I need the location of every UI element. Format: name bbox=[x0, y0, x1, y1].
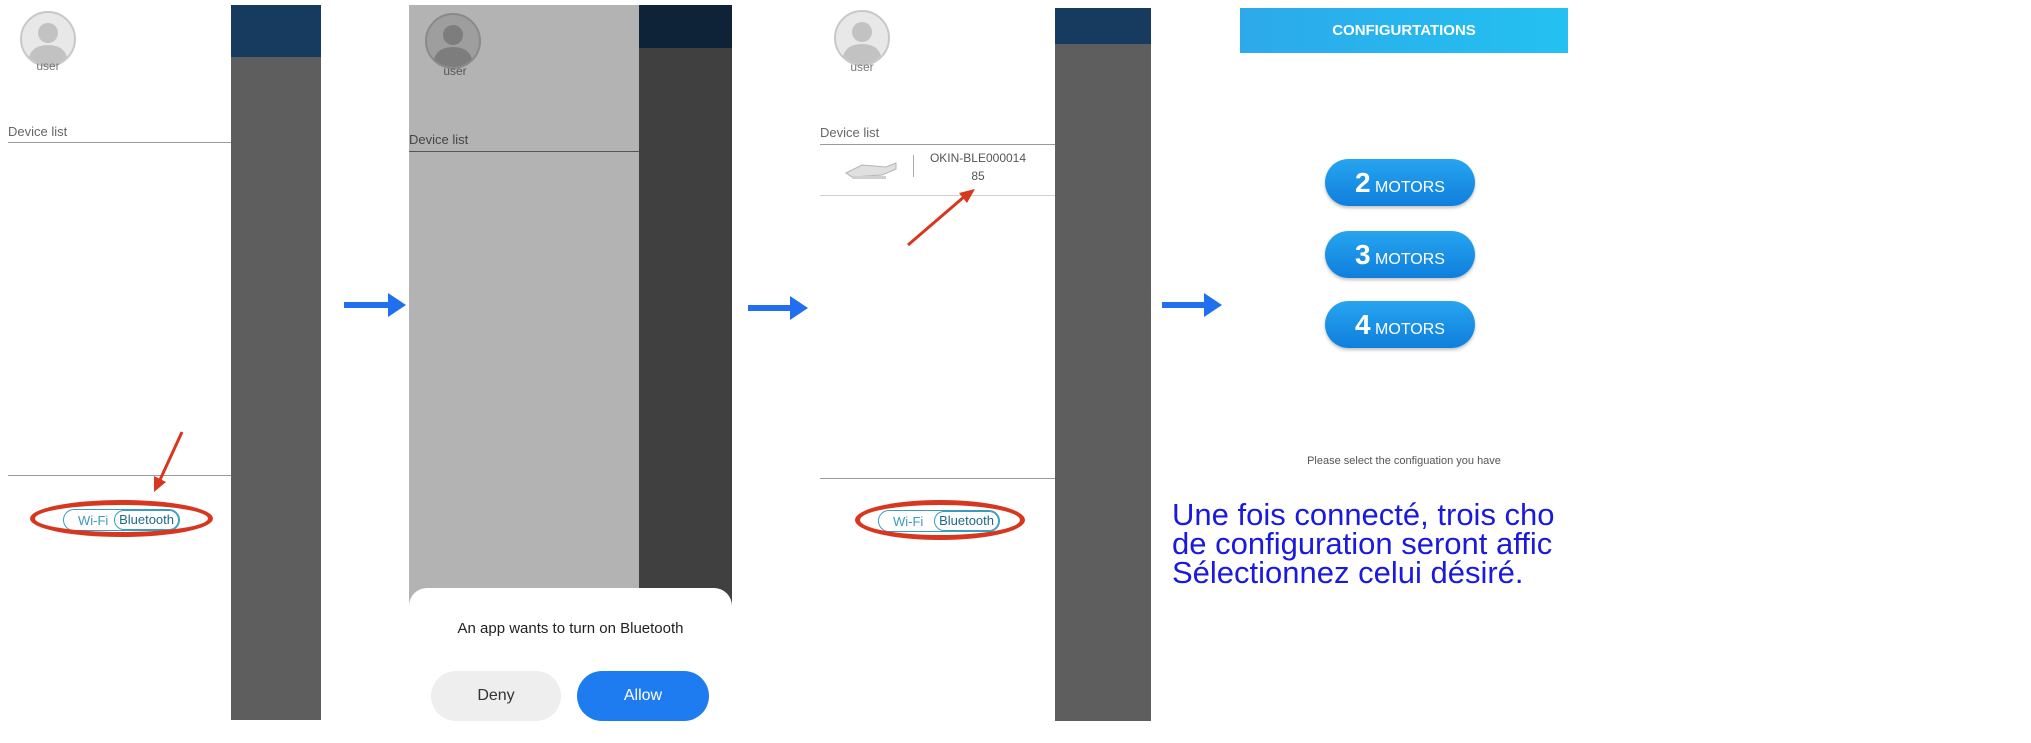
side-header bbox=[639, 5, 732, 48]
deny-button[interactable]: Deny bbox=[431, 671, 561, 721]
dialog-title: An app wants to turn on Bluetooth bbox=[457, 620, 684, 637]
highlight-ellipse bbox=[30, 500, 213, 537]
device-list-label: Device list bbox=[409, 132, 469, 147]
device-name: OKIN-BLE000014 85 bbox=[929, 151, 1027, 183]
avatar[interactable] bbox=[425, 13, 481, 69]
four-motors-button[interactable]: 4 MOTORS bbox=[1325, 301, 1475, 348]
device-list-label: Device list bbox=[8, 124, 68, 139]
device-list-label: Device list bbox=[820, 125, 880, 140]
configurations-header: CONFIGURTATIONS bbox=[1240, 8, 1568, 53]
panel-1-device-list: user Device list Wi-Fi Bluetooth bbox=[8, 5, 321, 720]
drawer-sheet: user Device list Wi-Fi Bluetooth bbox=[8, 5, 231, 720]
divider bbox=[820, 478, 1055, 479]
bluetooth-permission-dialog: An app wants to turn on Bluetooth Deny A… bbox=[409, 588, 732, 723]
panel-3-device-found: user Device list OKIN-BLE000014 85 Wi-Fi… bbox=[820, 8, 1151, 721]
bed-icon bbox=[845, 162, 897, 179]
side-overlay[interactable] bbox=[231, 5, 321, 720]
flow-arrow-icon bbox=[344, 293, 406, 317]
red-pointer-arrow bbox=[154, 431, 184, 492]
drawer-sheet: user Device list OKIN-BLE000014 85 Wi-Fi… bbox=[820, 8, 1055, 721]
flow-arrow-icon bbox=[1162, 293, 1222, 317]
panel-2-bluetooth-permission: user Device list An app wants to turn on… bbox=[409, 5, 732, 723]
user-label: user bbox=[36, 59, 60, 73]
red-pointer-arrow bbox=[907, 189, 975, 247]
divider bbox=[8, 475, 231, 476]
row-separator bbox=[913, 155, 914, 177]
user-label: user bbox=[850, 60, 874, 74]
two-motors-button[interactable]: 2 MOTORS bbox=[1325, 159, 1475, 206]
divider bbox=[409, 151, 639, 152]
flow-arrow-icon bbox=[748, 296, 808, 320]
user-label: user bbox=[443, 64, 467, 78]
configuration-hint: Please select the configuation you have bbox=[1307, 455, 1501, 467]
french-caption: Une fois connecté, trois cho de configur… bbox=[1172, 497, 1555, 590]
side-header bbox=[1055, 8, 1151, 44]
allow-button[interactable]: Allow bbox=[577, 671, 709, 721]
side-overlay[interactable] bbox=[1055, 8, 1151, 721]
divider bbox=[8, 142, 231, 143]
highlight-ellipse bbox=[855, 500, 1025, 540]
side-header bbox=[231, 5, 321, 57]
three-motors-button[interactable]: 3 MOTORS bbox=[1325, 231, 1475, 278]
avatar[interactable] bbox=[834, 10, 890, 66]
